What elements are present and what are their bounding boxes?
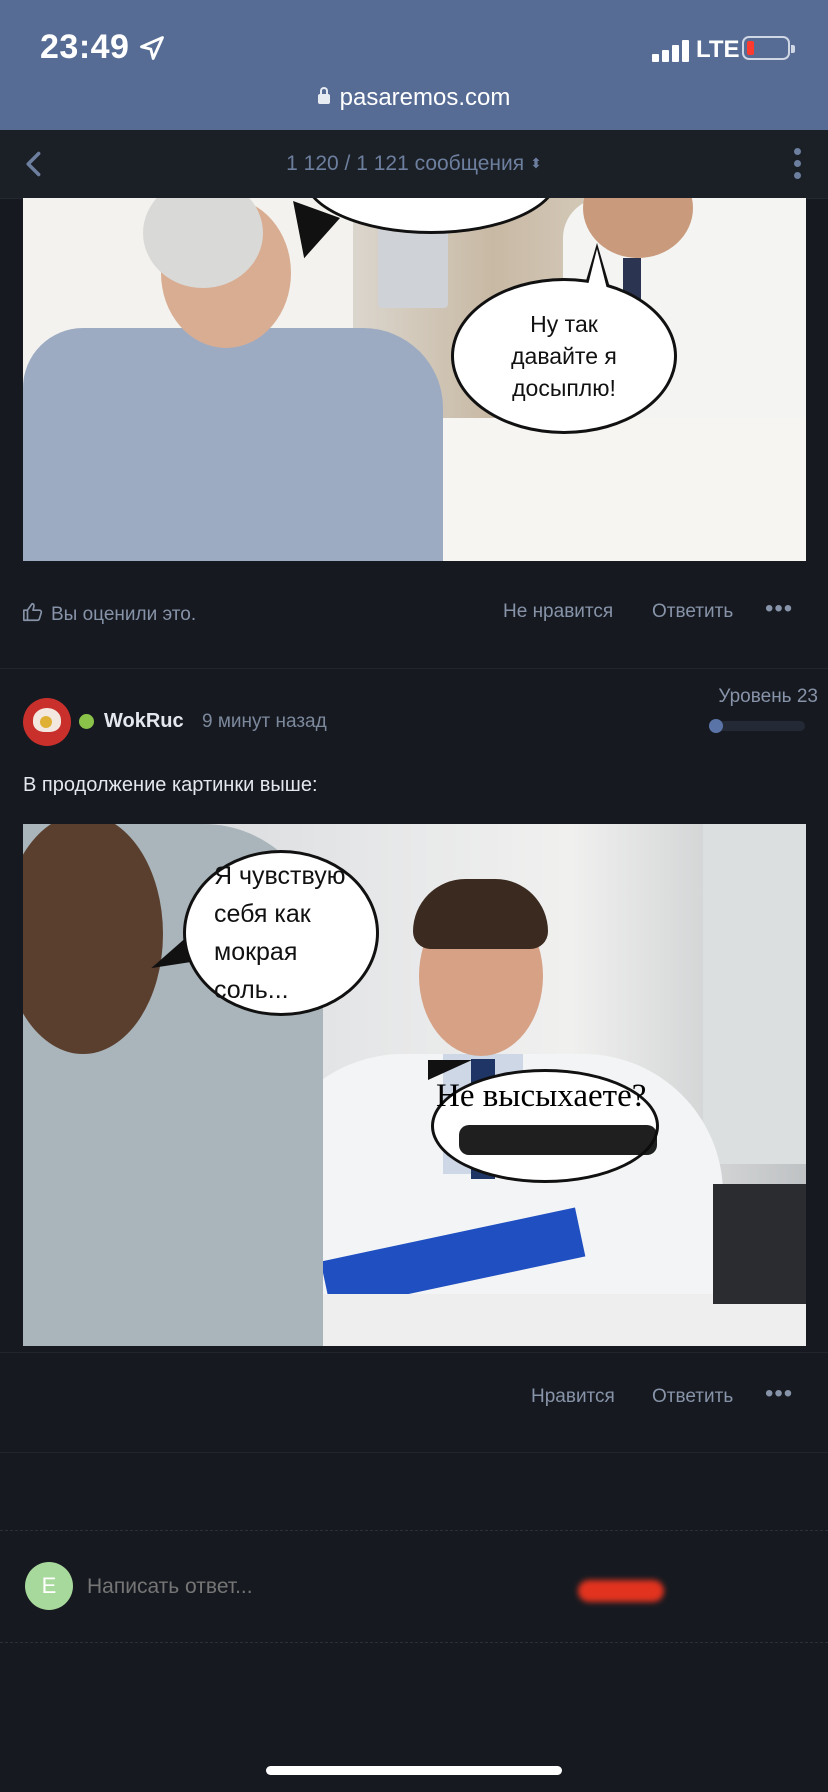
url-text: pasaremos.com <box>339 84 511 111</box>
post-divider <box>0 1352 828 1353</box>
battery-icon <box>742 36 795 60</box>
post-body-text: В продолжение картинки выше: <box>23 774 318 796</box>
online-status-dot <box>79 714 94 729</box>
level-progress-bar <box>709 719 805 733</box>
speech-bubble-patient: Я чувствую себя как мокрая соль... <box>183 850 379 1016</box>
speech-bubble-doctor: Ну так давайте я досыплю! <box>451 278 677 434</box>
reply-button[interactable]: Ответить <box>652 1386 733 1408</box>
sort-updown-icon: ⬍ <box>530 155 542 171</box>
more-vertical-icon[interactable] <box>794 148 802 180</box>
post-image-doctor-meme[interactable]: Я чувствую себя как мокрая соль... Не вы… <box>23 824 806 1346</box>
avatar[interactable] <box>23 698 71 746</box>
reply-input[interactable] <box>87 1572 607 1602</box>
username-link[interactable]: WokRuc <box>104 710 184 733</box>
like-button[interactable]: Нравится <box>531 1386 615 1408</box>
address-bar[interactable]: pasaremos.com <box>0 84 828 112</box>
avatar: E <box>25 1562 73 1610</box>
signal-icon <box>652 38 692 62</box>
status-bar: 23:49 LTE pasaremos.com <box>0 0 828 130</box>
post-counter-text: 1 120 / 1 121 сообщения <box>286 152 525 175</box>
post-timestamp[interactable]: 9 минут назад <box>202 711 327 733</box>
network-type: LTE <box>696 36 740 63</box>
speech-bubble-text: Не высыхаете? <box>436 1078 647 1114</box>
post2-actions: Нравится Ответить ••• <box>0 1370 828 1425</box>
location-arrow-icon <box>140 36 164 60</box>
user-level: Уровень 23 <box>718 686 818 707</box>
liked-status: Вы оценили это. <box>51 604 197 625</box>
post-image-hospital-meme[interactable]: Ну так давайте я досыплю! <box>23 198 806 561</box>
post-divider <box>0 1452 828 1453</box>
redaction-scribble <box>459 1125 657 1155</box>
dislike-button[interactable]: Не нравится <box>503 601 613 623</box>
more-horizontal-icon[interactable]: ••• <box>765 595 793 623</box>
speech-bubble-text: Ну так давайте я досыплю! <box>511 311 617 401</box>
reply-box-top-border <box>0 1530 828 1531</box>
reply-box-bottom-border <box>0 1642 828 1643</box>
topic-nav-bar: 1 120 / 1 121 сообщения ⬍ <box>0 130 828 199</box>
speech-bubble-text: Я чувствую себя как мокрая соль... <box>214 862 346 1004</box>
post-divider <box>0 668 828 669</box>
more-horizontal-icon[interactable]: ••• <box>765 1380 793 1408</box>
thumbs-up-icon[interactable] <box>22 601 44 623</box>
lock-icon <box>317 87 330 104</box>
reply-button[interactable]: Ответить <box>652 601 733 623</box>
redaction-scribble <box>578 1580 664 1602</box>
post1-actions: Вы оценили это. Не нравится Ответить ••• <box>0 585 828 640</box>
clock: 23:49 <box>40 28 130 66</box>
home-indicator[interactable] <box>266 1766 562 1775</box>
post-counter-dropdown[interactable]: 1 120 / 1 121 сообщения ⬍ <box>0 152 828 176</box>
